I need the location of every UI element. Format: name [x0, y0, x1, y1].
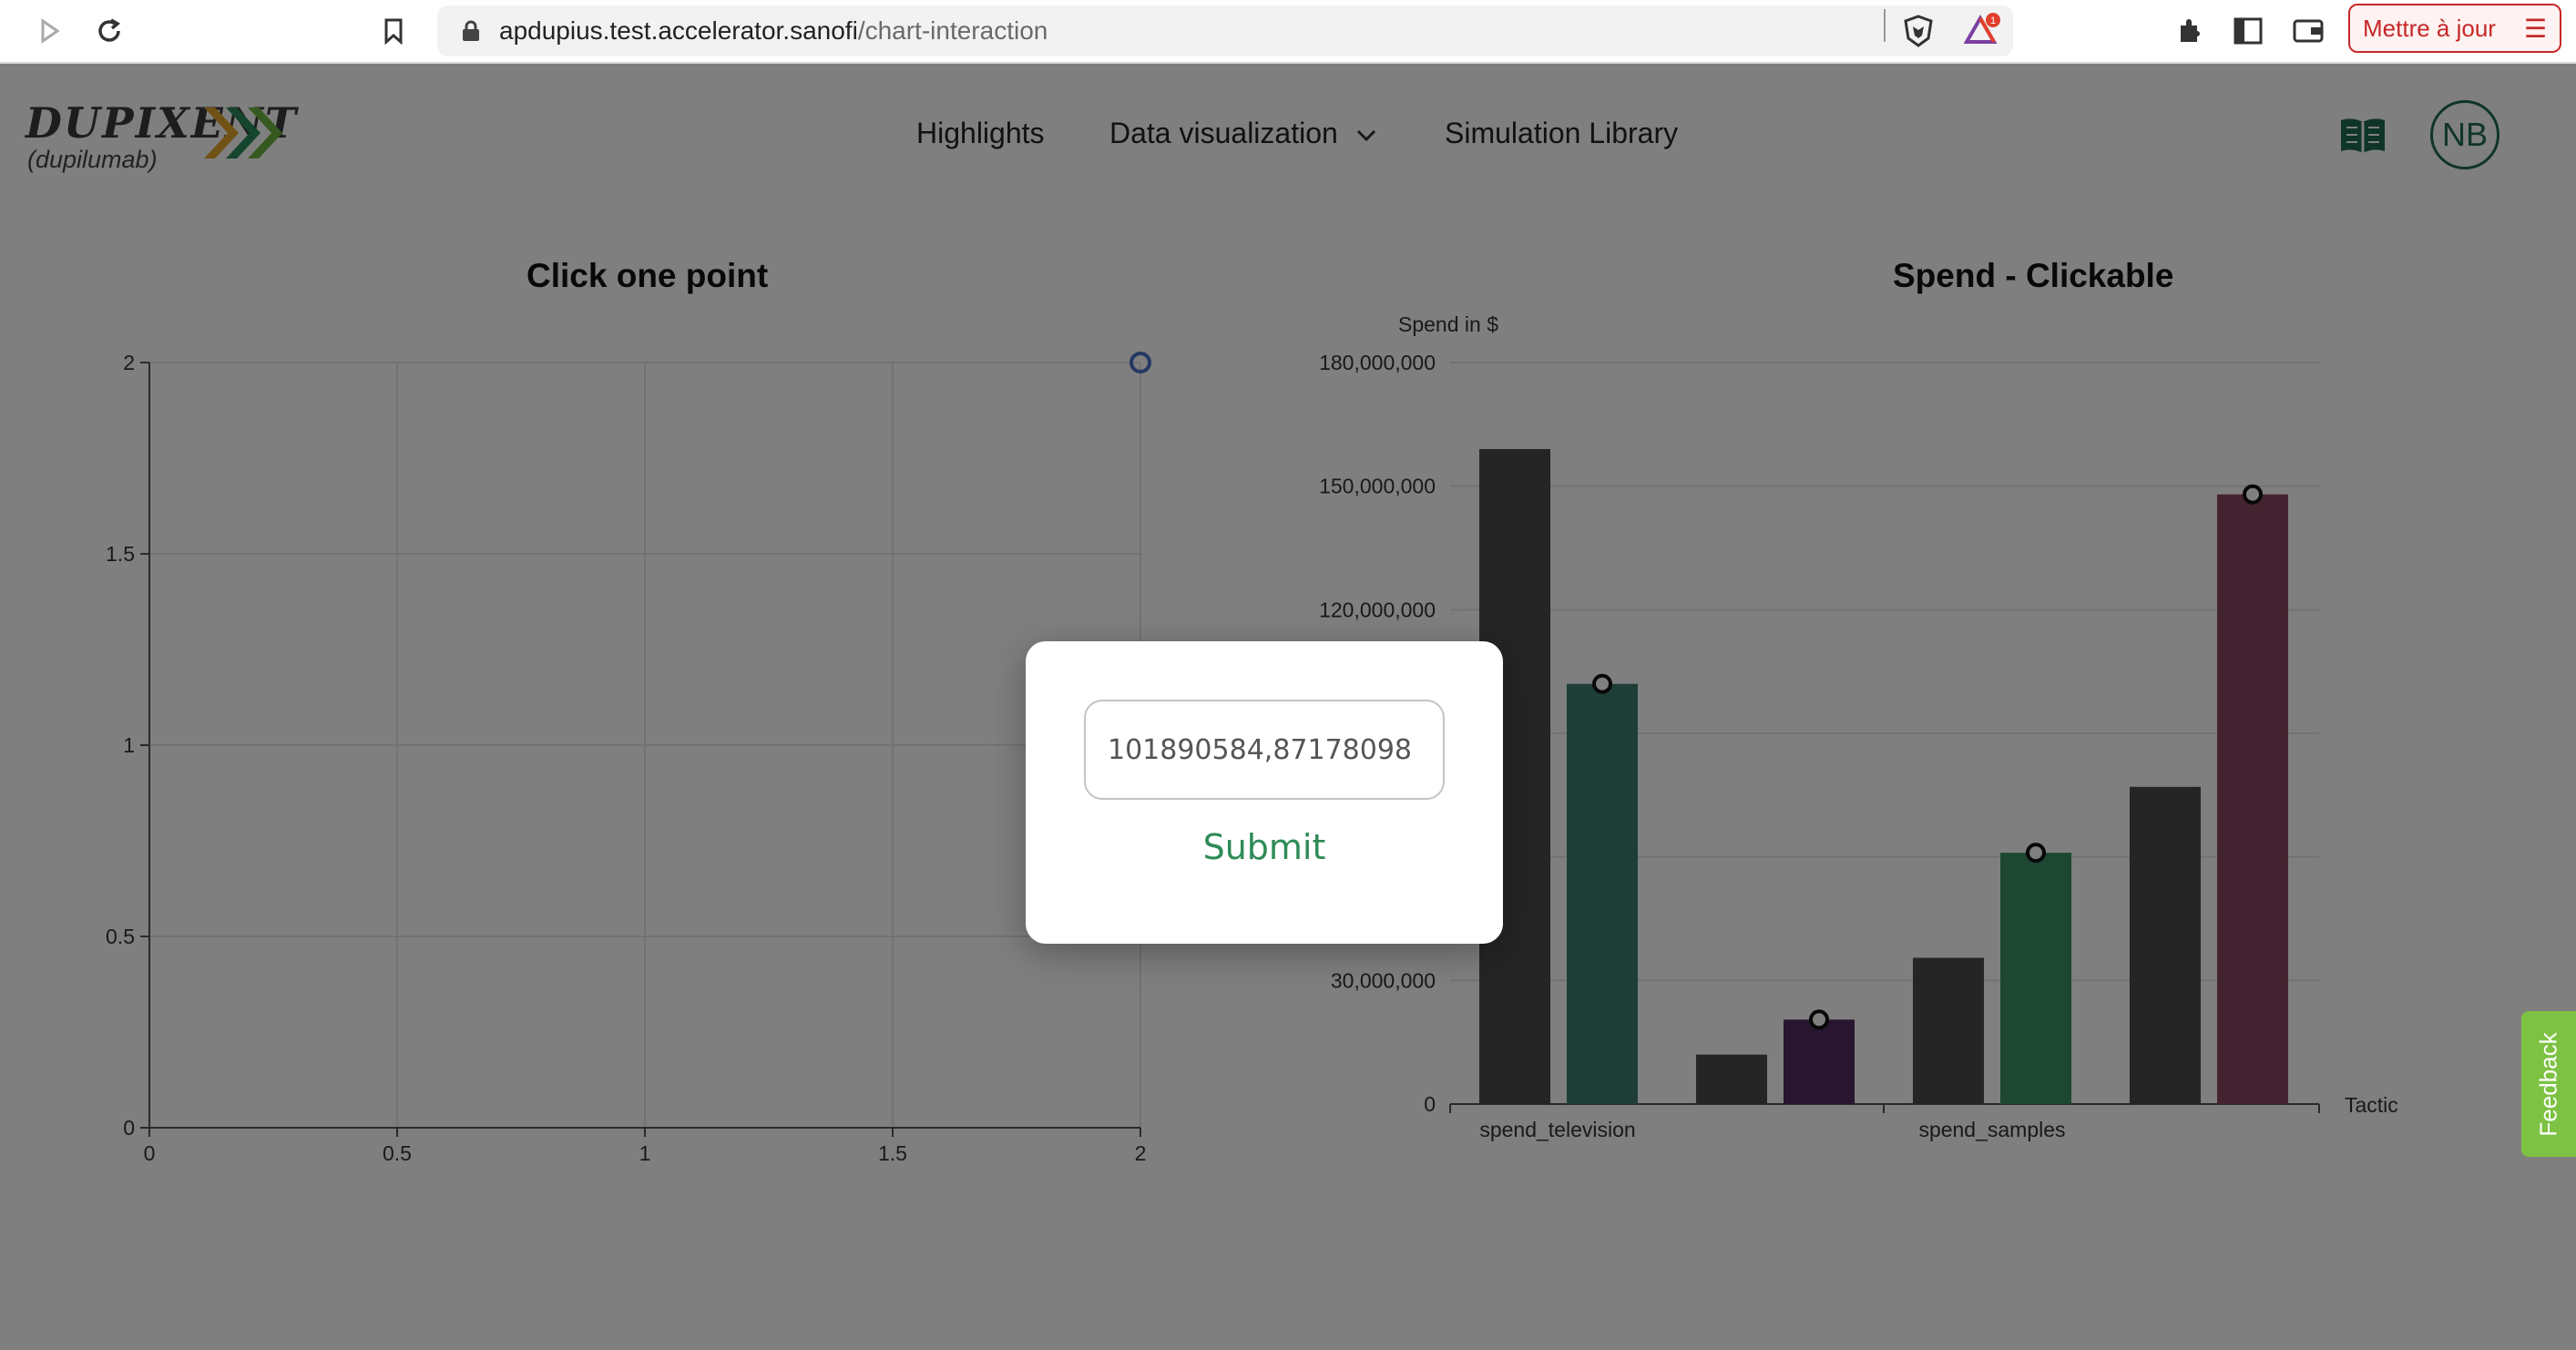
- feedback-tab[interactable]: Feedback: [2521, 1011, 2576, 1157]
- menu-icon: ☰: [2523, 15, 2547, 43]
- reload-icon[interactable]: [87, 9, 131, 53]
- wallet-icon[interactable]: [2286, 9, 2330, 53]
- svg-text:1: 1: [1990, 15, 1996, 26]
- bookmark-icon[interactable]: [372, 9, 415, 53]
- submit-button[interactable]: Submit: [1026, 820, 1503, 874]
- brave-shield-icon[interactable]: [1896, 9, 1940, 53]
- address-bar[interactable]: apdupius.test.accelerator.sanofi/chart-i…: [437, 5, 2013, 56]
- sidebar-icon[interactable]: [2226, 9, 2270, 53]
- update-button[interactable]: Mettre à jour ☰: [2348, 4, 2561, 53]
- coordinates-input[interactable]: [1084, 700, 1445, 800]
- address-separator: [1884, 9, 1886, 42]
- url-text: apdupius.test.accelerator.sanofi/chart-i…: [499, 16, 1048, 45]
- input-modal: Submit: [1026, 641, 1503, 944]
- lock-icon: [463, 20, 479, 41]
- feedback-label: Feedback: [2534, 1031, 2562, 1137]
- extensions-icon[interactable]: [2168, 9, 2212, 53]
- browser-toolbar: apdupius.test.accelerator.sanofi/chart-i…: [0, 0, 2576, 64]
- brave-rewards-icon[interactable]: 1: [1960, 9, 2004, 53]
- forward-icon[interactable]: [27, 9, 71, 53]
